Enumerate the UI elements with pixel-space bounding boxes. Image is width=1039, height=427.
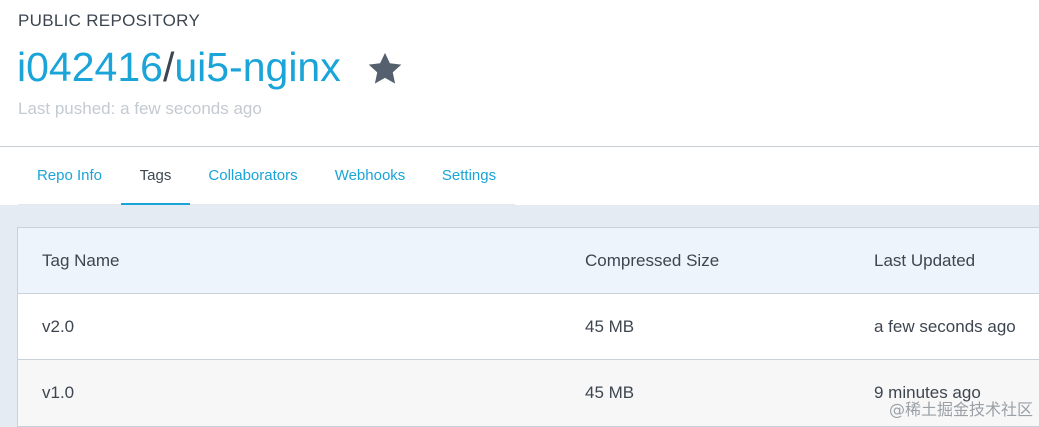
repo-title-separator: /: [162, 44, 175, 90]
repo-name-link[interactable]: ui5-nginx: [174, 44, 340, 90]
column-header-last-updated[interactable]: Last Updated: [874, 228, 975, 294]
tab-webhooks[interactable]: Webhooks: [316, 147, 424, 204]
tag-name-cell: v2.0: [42, 317, 75, 336]
repo-header: PUBLIC REPOSITORY i042416/ui5-nginx Last…: [0, 0, 1039, 146]
table-row[interactable]: v1.0 45 MB 9 minutes ago: [18, 360, 1039, 426]
repo-visibility-label: PUBLIC REPOSITORY: [18, 11, 201, 30]
tab-repo-info[interactable]: Repo Info: [18, 147, 121, 204]
compressed-size-cell: 45 MB: [585, 383, 635, 402]
column-header-compressed-size[interactable]: Compressed Size: [585, 228, 719, 294]
table-row[interactable]: v2.0 45 MB a few seconds ago: [18, 294, 1039, 360]
table-header-row: Tag Name Compressed Size Last Updated: [18, 228, 1039, 294]
tag-name-cell: v1.0: [42, 383, 75, 402]
compressed-size-cell: 45 MB: [585, 317, 635, 336]
tags-content-area: Tag Name Compressed Size Last Updated v2…: [0, 205, 1039, 427]
tab-tags[interactable]: Tags: [121, 147, 190, 205]
watermark: @稀土掘金技术社区: [888, 400, 1033, 419]
star-icon[interactable]: [366, 50, 404, 88]
tags-table: Tag Name Compressed Size Last Updated v2…: [17, 227, 1039, 427]
tab-collaborators[interactable]: Collaborators: [190, 147, 316, 204]
last-pushed-text: Last pushed: a few seconds ago: [18, 99, 262, 118]
repo-title: i042416/ui5-nginx: [17, 42, 341, 92]
last-updated-cell: a few seconds ago: [874, 317, 1016, 336]
repo-owner-link[interactable]: i042416: [17, 44, 163, 90]
column-header-tag-name[interactable]: Tag Name: [42, 228, 119, 294]
tab-settings[interactable]: Settings: [424, 147, 514, 204]
repo-tabs: Repo Info Tags Collaborators Webhooks Se…: [18, 147, 515, 205]
